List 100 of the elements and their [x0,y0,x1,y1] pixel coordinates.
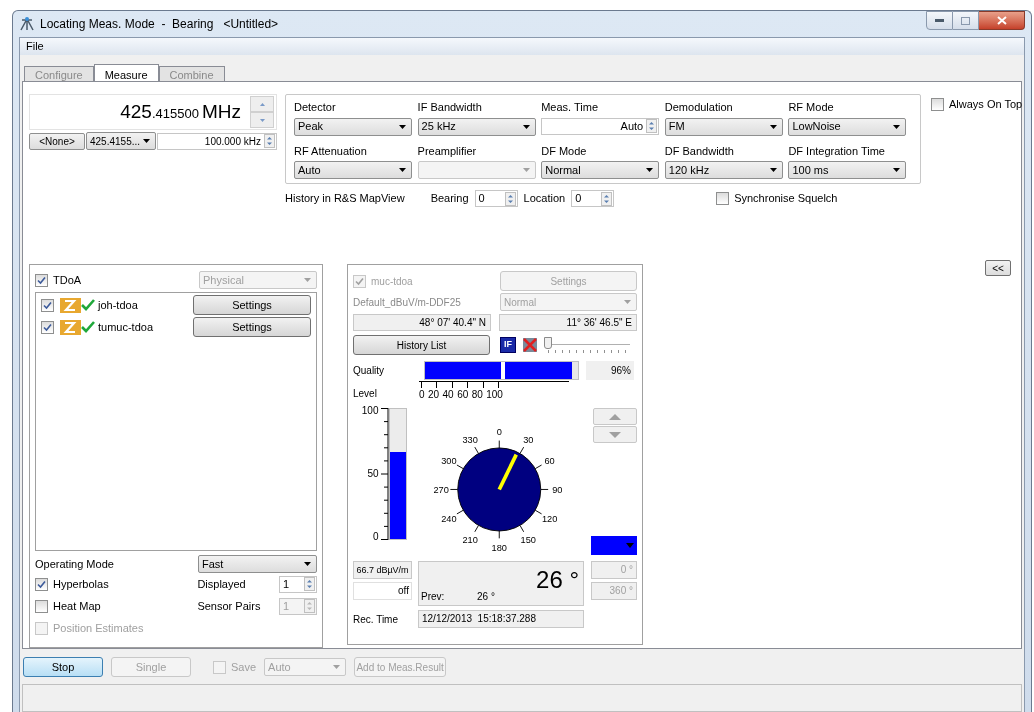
dropdown[interactable]: Auto [294,161,412,179]
field-label: Preamplifier [417,143,478,159]
slider-track[interactable] [544,337,630,353]
rec-time-field: 12/12/2013 15:18:37.288 [418,610,584,628]
dropdown[interactable]: FM [664,117,783,136]
field-label: Bearing [430,191,469,207]
dropdown-arrow-icon [769,168,777,172]
spin-field[interactable]: 1 [279,575,317,593]
history-label: History in R&S MapView [285,191,405,207]
dropdown-arrow-icon [769,124,777,129]
quality-reading: 96% [586,361,634,380]
field-label: Displayed [197,576,247,592]
prev-label: Prev: [421,590,446,604]
step-up-button[interactable] [250,96,274,112]
range-min-field: 0 ° [591,561,637,579]
sensor-icon [60,319,81,335]
profile-label: Default_dBuV/m-DDF25 [353,295,461,310]
scale-label: 60 [457,388,469,402]
sensor-name: joh-tdoa [98,297,139,313]
spin-field[interactable]: 0 [571,190,615,207]
frequency-value: 425.415500 [120,99,199,124]
dropdown[interactable]: 425.4155... [86,132,156,150]
spin-field[interactable]: Auto [541,117,660,135]
checkbox-label: muc-tdoa [371,274,413,289]
dropdown[interactable]: 100 ms [788,161,907,179]
spin-arrows-icon [264,134,275,148]
checkbox-label: Heat Map [53,598,101,614]
checkbox[interactable] [35,577,48,591]
stop-button[interactable]: Stop [23,657,103,677]
dial-label: 210 [462,535,478,546]
checkbox[interactable] [41,320,54,334]
up-icon [609,413,621,420]
longitude-field: 11° 36' 46.5" E [499,314,637,331]
field-label: Detector [294,100,337,115]
scale-label: 0 [419,388,425,402]
checkbox[interactable] [931,97,944,111]
spin-field[interactable]: 0 [474,190,518,207]
field-label: Rec. Time [353,612,399,627]
field-label: Sensor Pairs [197,598,262,614]
field-label: DF Integration Time [788,143,886,159]
dropdown-arrow-icon [399,124,406,129]
frequency-unit: MHz [201,99,241,124]
bearing-value: 26 ° [536,566,579,594]
dropdown[interactable]: 120 kHz [664,161,783,179]
up-button[interactable] [593,408,637,425]
field-label: Level [353,387,378,401]
field-label: Demodulation [664,100,734,115]
down-icon [259,118,265,122]
if-badge: IF [500,337,516,353]
scale-label: 40 [442,388,454,402]
step-down-button[interactable] [250,112,274,128]
dropdown[interactable]: Peak [294,117,412,136]
close-button[interactable] [979,11,1025,30]
dropdown-arrow-icon [893,124,901,129]
latitude-field: 48° 07' 40.4" N [353,314,491,331]
dial-label: 180 [491,543,507,554]
scale-label: 20 [428,388,440,402]
dropdown-arrow-icon [143,139,150,143]
menu-item[interactable]: File [24,38,46,55]
dropdown-arrow-icon [399,168,406,172]
scale-label: 50 [367,467,379,481]
dropdown-arrow-icon [304,278,311,282]
dropdown-arrow-icon [304,562,311,566]
field-label: Location [523,191,566,207]
dropdown-arrow-icon [522,168,530,172]
field-label: DF Mode [541,143,588,159]
check-icon [43,322,52,332]
settings-button[interactable]: Settings [193,295,311,315]
dial-label: 300 [440,456,457,467]
checkbox[interactable] [213,660,226,674]
checkbox[interactable] [35,599,48,613]
spin-arrows-icon [304,599,315,613]
tab[interactable]: Measure [93,64,159,81]
checkbox[interactable] [716,192,730,205]
down-button[interactable] [593,426,637,443]
scale-label: 0 [372,530,379,544]
dropdown[interactable]: 25 kHz [417,117,536,136]
collapse-button[interactable]: << [985,260,1011,276]
preset-button[interactable]: <None> [29,132,85,150]
settings-button[interactable]: Settings [193,317,311,337]
dropdown[interactable]: LowNoise [788,117,907,136]
dropdown[interactable]: Normal [541,161,660,179]
up-icon [259,102,265,106]
dial-label: 90 [551,485,562,496]
dropdown-arrow-icon [626,543,634,548]
window-title: Locating Meas. Mode - Bearing <Untitled> [40,16,279,33]
checkbox-label: Always On Top [949,97,1023,112]
spin-arrows-icon [304,577,315,591]
checkbox[interactable] [41,298,54,312]
field-label: Quality [353,364,386,378]
minimize-button[interactable] [926,11,953,30]
dropdown[interactable]: Fast [198,555,317,573]
dropdown-arrow-icon [893,168,901,172]
checkbox[interactable] [35,273,48,287]
checkbox-label: Hyperbolas [53,576,109,592]
scale-label: 100 [486,388,503,402]
dial-label: 60 [543,456,555,467]
needle [497,453,518,491]
spin-field[interactable]: 100.000 kHz [157,132,277,150]
check-icon [37,579,46,589]
